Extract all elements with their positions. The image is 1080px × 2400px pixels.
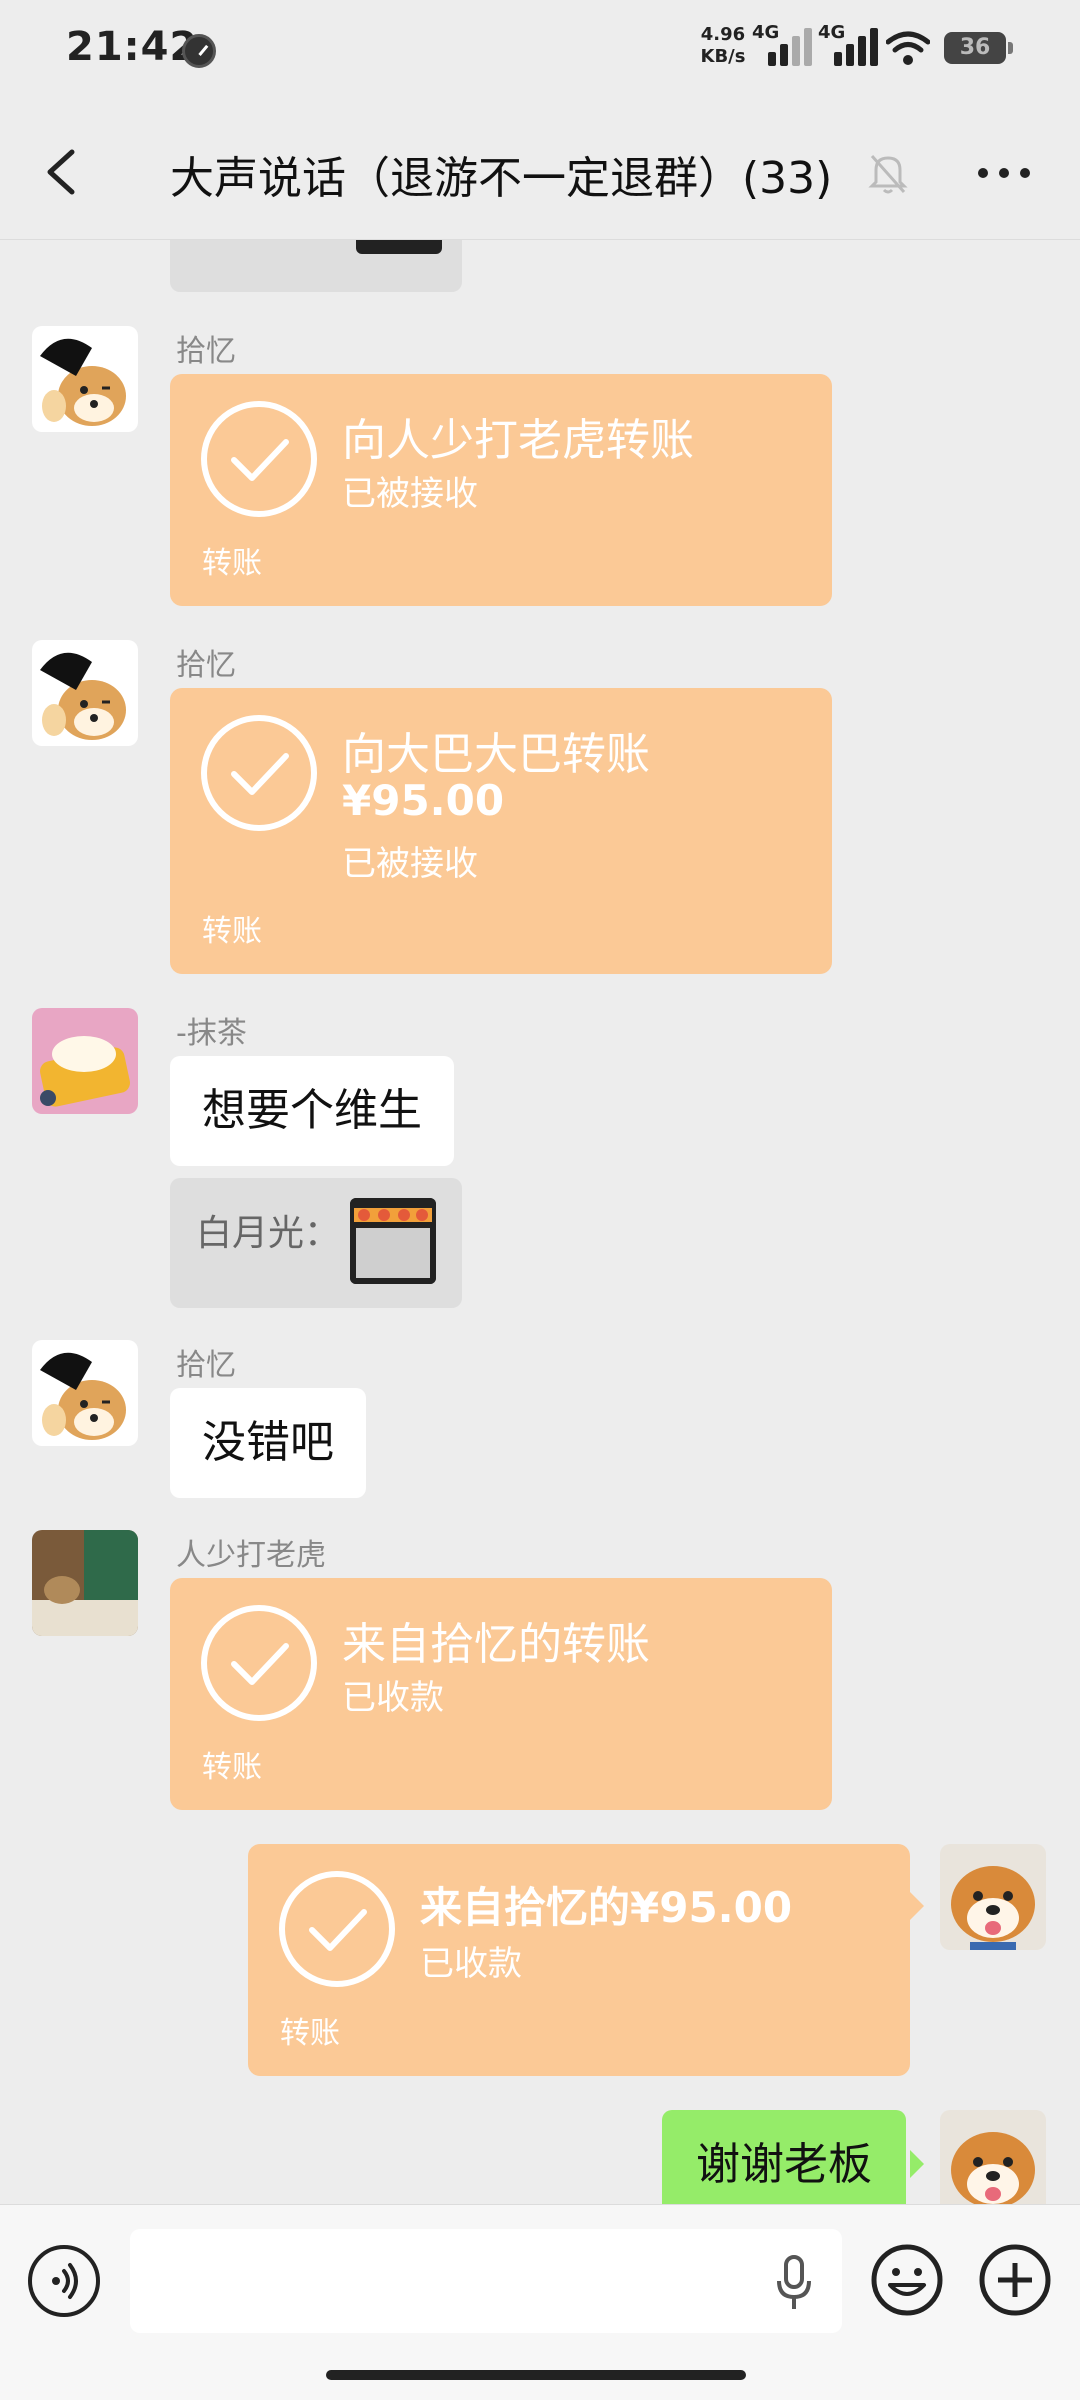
transfer-card[interactable]: 来自拾忆的转账 已收款 转账 <box>170 1578 832 1810</box>
transfer-status: 已被接收 <box>342 844 478 884</box>
network-speed: 4.96 KB/s <box>700 24 746 68</box>
transfer-title: 来自拾忆的¥95.00 <box>420 1883 793 1932</box>
status-time: 21:42 <box>66 24 199 70</box>
avatar-mocha[interactable] <box>32 1008 138 1114</box>
transfer-title: 来自拾忆的转账 <box>342 1619 650 1670</box>
mute-bell-icon <box>868 155 908 194</box>
transfer-label: 转账 <box>280 2016 340 2051</box>
quote-text: 白月光： <box>196 1213 341 1254</box>
sender-name: -抹茶 <box>176 1016 247 1051</box>
back-icon[interactable] <box>40 148 84 196</box>
quoted-message[interactable]: 白月光： <box>170 1178 462 1308</box>
text-message[interactable]: 想要个维生 <box>170 1056 454 1166</box>
check-circle-icon <box>201 1605 317 1721</box>
home-indicator[interactable] <box>326 2370 746 2380</box>
sender-name: 拾忆 <box>176 648 236 683</box>
voice-icon[interactable] <box>28 2245 100 2317</box>
avatar-shiyi[interactable] <box>32 640 138 746</box>
network-speed-value: 4.96 <box>700 24 746 45</box>
transfer-label: 转账 <box>202 1750 262 1785</box>
text-message[interactable]: 没错吧 <box>170 1388 366 1498</box>
transfer-label: 转账 <box>202 546 262 581</box>
signal-1-icon: 4G <box>752 22 812 66</box>
chat-title[interactable]: 大声说话（退游不一定退群）(33) <box>170 142 832 206</box>
transfer-card-self[interactable]: 来自拾忆的¥95.00 已收款 转账 <box>248 1844 910 2076</box>
message-list[interactable]: 拾忆 向人少打老虎转账 已被接收 转账 拾忆 向大巴大巴转账 ¥95.00 已被… <box>0 240 1080 2204</box>
status-bar: 21:42 4.96 KB/s 4G 4G 36 <box>0 0 1080 100</box>
check-circle-icon <box>201 715 317 831</box>
avatar-self[interactable] <box>940 2110 1046 2204</box>
plus-icon[interactable] <box>978 2243 1052 2317</box>
quote-thumbnail <box>350 1198 436 1284</box>
wifi-icon <box>886 31 930 65</box>
check-circle-icon <box>279 1871 395 1987</box>
clock-icon <box>182 34 216 68</box>
mic-icon[interactable] <box>776 2255 812 2311</box>
battery-icon: 36 <box>944 32 1013 64</box>
sender-name: 拾忆 <box>176 1348 236 1383</box>
transfer-title: 向大巴大巴转账 <box>342 729 650 780</box>
avatar-renshaodalaohu[interactable] <box>32 1530 138 1636</box>
transfer-amount: ¥95.00 <box>342 776 505 825</box>
transfer-card[interactable]: 向大巴大巴转账 ¥95.00 已被接收 转账 <box>170 688 832 974</box>
transfer-card[interactable]: 向人少打老虎转账 已被接收 转账 <box>170 374 832 606</box>
avatar-self[interactable] <box>940 1844 1046 1950</box>
network-speed-unit: KB/s <box>700 46 746 67</box>
sim2-label: 4G <box>818 22 846 43</box>
more-icon[interactable] <box>976 168 1032 180</box>
sender-name: 拾忆 <box>176 334 236 369</box>
transfer-status: 已收款 <box>420 1944 522 1984</box>
message-input[interactable] <box>130 2229 842 2333</box>
transfer-title: 向人少打老虎转账 <box>342 415 694 466</box>
transfer-status: 已收款 <box>342 1678 444 1718</box>
emoji-icon[interactable] <box>870 2243 944 2317</box>
sender-name: 人少打老虎 <box>176 1538 326 1573</box>
check-circle-icon <box>201 401 317 517</box>
chat-header: 大声说话（退游不一定退群）(33) <box>0 100 1080 240</box>
bubble-tail <box>910 1892 924 1920</box>
transfer-status: 已被接收 <box>342 474 478 514</box>
avatar-shiyi[interactable] <box>32 1340 138 1446</box>
sim1-label: 4G <box>752 22 780 43</box>
transfer-label: 转账 <box>202 914 262 949</box>
battery-level: 36 <box>959 35 991 60</box>
text-message-self[interactable]: 谢谢老板 <box>662 2110 906 2204</box>
avatar-shiyi[interactable] <box>32 326 138 432</box>
signal-2-icon: 4G <box>818 22 878 66</box>
image-message-partial[interactable] <box>170 240 462 292</box>
bubble-tail <box>910 2150 924 2178</box>
